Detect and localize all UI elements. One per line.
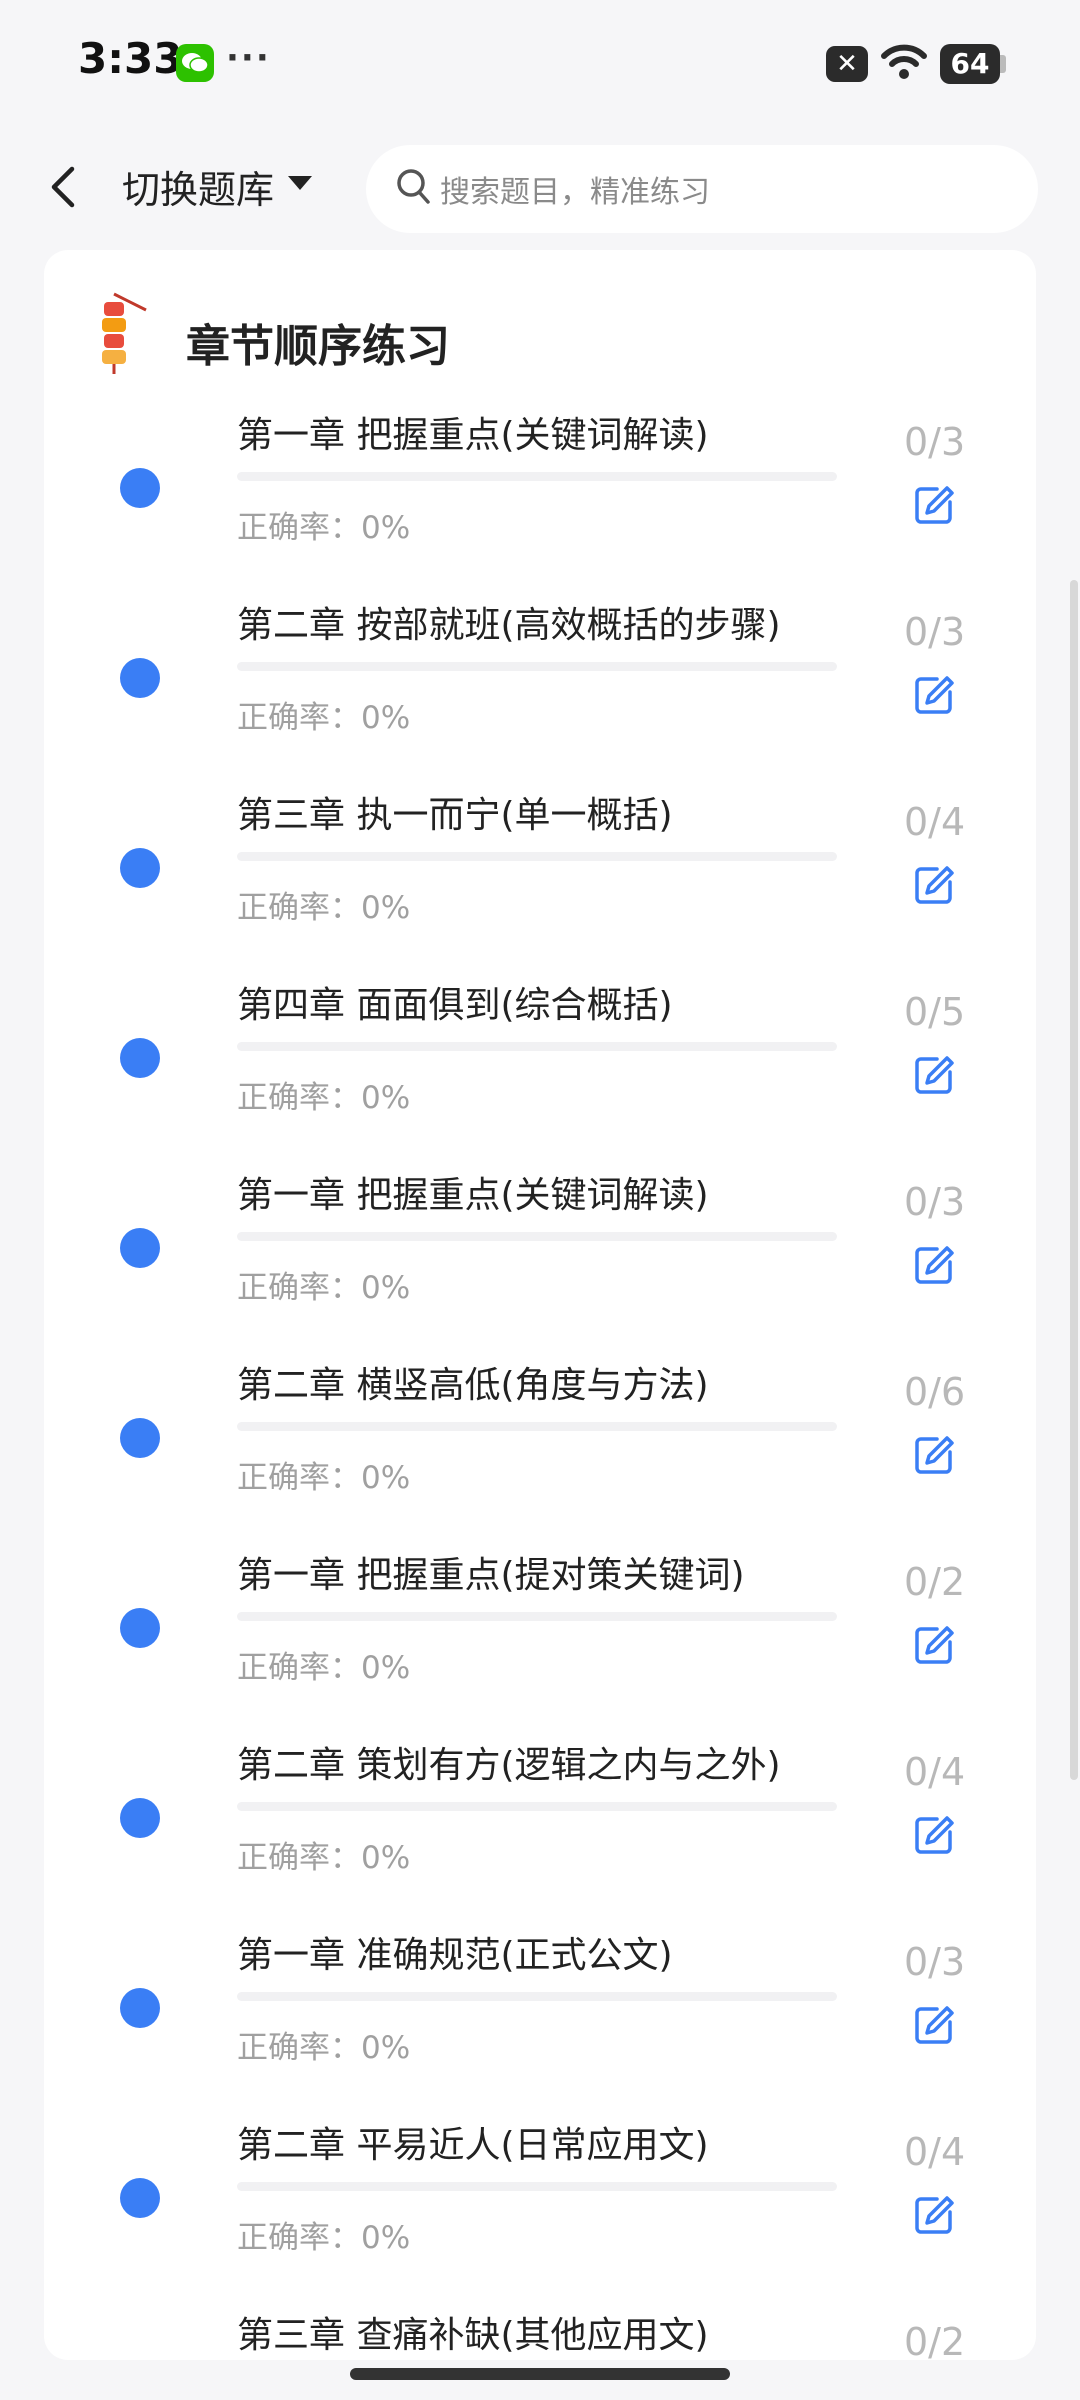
accuracy-label: 正确率：0% xyxy=(237,1080,411,1116)
wifi-icon xyxy=(880,42,928,84)
chapter-title: 第二章 平易近人(日常应用文) xyxy=(237,2125,709,2166)
chapter-title: 第一章 把握重点(提对策关键词) xyxy=(237,1555,745,1596)
edit-icon[interactable] xyxy=(913,2004,955,2050)
chapter-list: 第一章 把握重点(关键词解读) 正确率：0% 0/3 第二章 按部就班(高效概括… xyxy=(44,400,1036,2360)
close-icon: ✕ xyxy=(826,46,868,82)
chapter-row[interactable]: 第二章 横竖高低(角度与方法) 正确率：0% 0/6 xyxy=(44,1350,1036,1540)
chapter-row[interactable]: 第四章 面面俱到(综合概括) 正确率：0% 0/5 xyxy=(44,970,1036,1160)
status-dot xyxy=(120,1038,160,1078)
status-time: 3:33 xyxy=(78,34,183,83)
chapter-row[interactable]: 第三章 执一而宁(单一概括) 正确率：0% 0/4 xyxy=(44,780,1036,970)
progress-bar xyxy=(237,662,837,671)
search-placeholder: 搜索题目，精准练习 xyxy=(440,175,710,210)
edit-icon[interactable] xyxy=(913,2194,955,2240)
search-input[interactable]: 搜索题目，精准练习 xyxy=(366,145,1038,233)
chapter-row[interactable]: 第二章 按部就班(高效概括的步骤) 正确率：0% 0/3 xyxy=(44,590,1036,780)
question-count: 0/4 xyxy=(904,1750,966,1794)
accuracy-label: 正确率：0% xyxy=(237,700,411,736)
chapter-row[interactable]: 第一章 准确规范(正式公文) 正确率：0% 0/3 xyxy=(44,1920,1036,2110)
chapter-title: 第三章 执一而宁(单一概括) xyxy=(237,795,673,836)
back-arrow-icon[interactable] xyxy=(44,161,84,213)
top-navigation: 切换题库 搜索题目，精准练习 xyxy=(0,125,1080,250)
question-count: 0/3 xyxy=(904,610,966,654)
accuracy-label: 正确率：0% xyxy=(237,510,411,546)
question-count: 0/3 xyxy=(904,1180,966,1224)
chapter-title: 第二章 按部就班(高效概括的步骤) xyxy=(237,605,781,646)
chapter-title: 第一章 准确规范(正式公文) xyxy=(237,1935,673,1976)
accuracy-label: 正确率：0% xyxy=(237,1270,411,1306)
edit-icon[interactable] xyxy=(913,1244,955,1290)
status-dot xyxy=(120,1988,160,2028)
status-dot xyxy=(120,2178,160,2218)
wechat-icon xyxy=(176,44,214,82)
chapter-row[interactable]: 第二章 策划有方(逻辑之内与之外) 正确率：0% 0/4 xyxy=(44,1730,1036,1920)
progress-bar xyxy=(237,852,837,861)
question-count: 0/2 xyxy=(904,2320,966,2360)
status-dot xyxy=(120,1608,160,1648)
progress-bar xyxy=(237,1612,837,1621)
switch-question-bank-button[interactable]: 切换题库 xyxy=(122,159,274,214)
chapter-title: 第一章 把握重点(关键词解读) xyxy=(237,1175,709,1216)
chapter-row[interactable]: 第一章 把握重点(关键词解读) 正确率：0% 0/3 xyxy=(44,1160,1036,1350)
question-count: 0/3 xyxy=(904,1940,966,1984)
chapter-row[interactable]: 第一章 把握重点(提对策关键词) 正确率：0% 0/2 xyxy=(44,1540,1036,1730)
progress-bar xyxy=(237,472,837,481)
progress-bar xyxy=(237,1802,837,1811)
scrollbar[interactable] xyxy=(1070,580,1078,1780)
progress-bar xyxy=(237,1992,837,2001)
status-dot xyxy=(120,658,160,698)
edit-icon[interactable] xyxy=(913,674,955,720)
chapter-title: 第四章 面面俱到(综合概括) xyxy=(237,985,673,1026)
accuracy-label: 正确率：0% xyxy=(237,1650,411,1686)
question-count: 0/4 xyxy=(904,800,966,844)
edit-icon[interactable] xyxy=(913,1054,955,1100)
progress-bar xyxy=(237,1042,837,1051)
status-dot xyxy=(120,848,160,888)
caret-down-icon[interactable] xyxy=(286,173,314,197)
edit-icon[interactable] xyxy=(913,1814,955,1860)
edit-icon[interactable] xyxy=(913,1624,955,1670)
status-dot xyxy=(120,1228,160,1268)
chapter-title: 第三章 查痛补缺(其他应用文) xyxy=(237,2315,709,2356)
status-dot xyxy=(120,1418,160,1458)
chapter-title: 第二章 策划有方(逻辑之内与之外) xyxy=(237,1745,781,1786)
question-count: 0/3 xyxy=(904,420,966,464)
progress-bar xyxy=(237,1232,837,1241)
section-title: 章节顺序练习 xyxy=(186,321,450,372)
question-count: 0/6 xyxy=(904,1370,966,1414)
battery-indicator: 64 xyxy=(940,44,1000,84)
chapter-title: 第一章 把握重点(关键词解读) xyxy=(237,415,709,456)
question-count: 0/5 xyxy=(904,990,966,1034)
progress-bar xyxy=(237,1422,837,1431)
status-dot xyxy=(120,1798,160,1838)
chapter-practice-card: 章节顺序练习 第一章 把握重点(关键词解读) 正确率：0% 0/3 第二章 按部… xyxy=(44,250,1036,2360)
accuracy-label: 正确率：0% xyxy=(237,2220,411,2256)
progress-bar xyxy=(237,2182,837,2191)
chapter-title: 第二章 横竖高低(角度与方法) xyxy=(237,1365,709,1406)
more-notifications-icon: ··· xyxy=(226,38,271,78)
edit-icon[interactable] xyxy=(913,1434,955,1480)
question-count: 0/2 xyxy=(904,1560,966,1604)
edit-icon[interactable] xyxy=(913,864,955,910)
firecracker-icon xyxy=(90,288,162,382)
accuracy-label: 正确率：0% xyxy=(237,890,411,926)
accuracy-label: 正确率：0% xyxy=(237,2030,411,2066)
status-dot xyxy=(120,468,160,508)
chapter-row[interactable]: 第三章 查痛补缺(其他应用文) 0/2 xyxy=(44,2300,1036,2360)
search-icon xyxy=(396,167,432,211)
accuracy-label: 正确率：0% xyxy=(237,1460,411,1496)
home-indicator[interactable] xyxy=(350,2368,730,2380)
chapter-row[interactable]: 第二章 平易近人(日常应用文) 正确率：0% 0/4 xyxy=(44,2110,1036,2300)
accuracy-label: 正确率：0% xyxy=(237,1840,411,1876)
edit-icon[interactable] xyxy=(913,484,955,530)
status-bar: 3:33 ··· ✕ 64 xyxy=(0,0,1080,125)
battery-tip-icon xyxy=(1000,55,1006,73)
chapter-row[interactable]: 第一章 把握重点(关键词解读) 正确率：0% 0/3 xyxy=(44,400,1036,590)
question-count: 0/4 xyxy=(904,2130,966,2174)
